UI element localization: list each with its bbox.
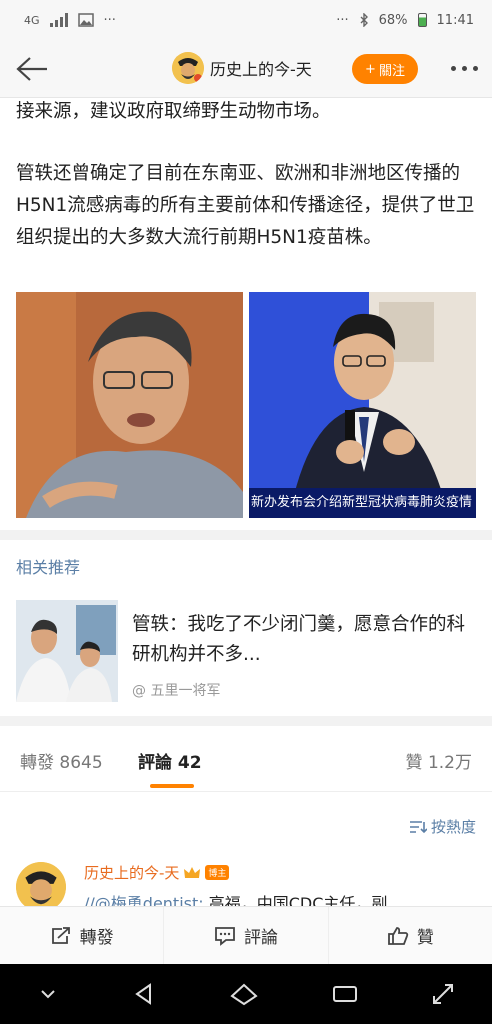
status-bar: 4G ··· ··· 68% 11:41 bbox=[0, 0, 492, 40]
comment-avatar[interactable] bbox=[16, 862, 66, 906]
comment-mention[interactable]: //@梅勇dentist: bbox=[84, 894, 204, 906]
repost-icon bbox=[51, 926, 70, 944]
article-body: 接来源，建议政府取缔野生动物市场。 管轶还曾确定了目前在东南亚、欧洲和非洲地区传… bbox=[16, 96, 478, 254]
press-conference-photo[interactable]: 新办发布会介绍新型冠状病毒肺炎疫情 bbox=[249, 292, 476, 518]
blogger-badge: 博主 bbox=[205, 865, 230, 880]
sort-by-popularity[interactable]: 按熱度 bbox=[409, 816, 476, 837]
active-tab-indicator bbox=[150, 784, 194, 788]
thumbs-up-icon bbox=[387, 926, 409, 945]
signal-icon bbox=[49, 13, 68, 27]
back-arrow-icon[interactable] bbox=[14, 54, 50, 84]
portrait-photo[interactable] bbox=[16, 292, 243, 518]
comment-username[interactable]: 历史上的今-天 博主 bbox=[84, 862, 230, 883]
network-type: 4G bbox=[24, 13, 40, 27]
follow-button[interactable]: + 關注 bbox=[352, 54, 418, 84]
like-button[interactable]: 贊 bbox=[329, 907, 492, 964]
recent-apps-icon[interactable] bbox=[332, 983, 358, 1005]
home-icon[interactable] bbox=[230, 982, 258, 1006]
battery-percent: 68% bbox=[378, 12, 408, 28]
battery-icon bbox=[417, 13, 427, 27]
clock: 11:41 bbox=[436, 12, 474, 28]
comment-item[interactable]: 历史上的今-天 博主 //@梅勇dentist: 高福，中国CDC主任，副 bbox=[16, 856, 476, 906]
tab-reposts[interactable]: 轉發 8645 bbox=[20, 748, 103, 773]
back-triangle-icon[interactable] bbox=[132, 982, 156, 1006]
top-nav-bar: 历史上的今-天 + 關注 bbox=[0, 40, 492, 98]
tab-likes[interactable]: 贊 1.2万 bbox=[406, 748, 472, 773]
hide-keyboard-icon[interactable] bbox=[37, 983, 59, 1005]
sort-label: 按熱度 bbox=[430, 818, 476, 836]
sort-icon bbox=[409, 820, 427, 833]
gallery-icon bbox=[77, 13, 94, 27]
plus-icon: + bbox=[365, 61, 376, 77]
avatar[interactable] bbox=[172, 52, 204, 84]
comment-button[interactable]: 評論 bbox=[164, 907, 329, 964]
engagement-tabs: 轉發 8645 評論 42 贊 1.2万 bbox=[0, 730, 492, 792]
expand-icon[interactable] bbox=[431, 982, 455, 1006]
bottom-action-bar: 轉發 評論 贊 bbox=[0, 906, 492, 964]
section-divider bbox=[0, 716, 492, 726]
section-divider bbox=[0, 530, 492, 540]
status-more-dots: ··· bbox=[103, 12, 116, 28]
photo-caption: 新办发布会介绍新型冠状病毒肺炎疫情 bbox=[249, 488, 476, 518]
article-paragraph: 管轶还曾确定了目前在东南亚、欧洲和非洲地区传播的H5N1流感病毒的所有主要前体和… bbox=[16, 163, 475, 248]
system-navigation-bar bbox=[0, 964, 492, 1024]
nav-account[interactable]: 历史上的今-天 bbox=[172, 52, 312, 84]
related-article-title[interactable]: 管轶：我吃了不少闭门羹，愿意合作的科研机构并不多... bbox=[132, 610, 476, 670]
status-notif-dots: ··· bbox=[336, 12, 349, 28]
more-options-icon[interactable] bbox=[451, 66, 478, 71]
article-paragraph: 接来源，建议政府取缔野生动物市场。 bbox=[16, 101, 331, 122]
tab-comments[interactable]: 評論 42 bbox=[138, 748, 202, 773]
nav-title: 历史上的今-天 bbox=[210, 60, 312, 79]
bluetooth-icon bbox=[360, 13, 368, 27]
related-section-title: 相关推荐 bbox=[16, 558, 81, 577]
related-thumbnail bbox=[16, 600, 118, 702]
related-article-card[interactable]: 管轶：我吃了不少闭门羹，愿意合作的科研机构并不多... @ 五里一将军 bbox=[16, 600, 476, 706]
comment-text: //@梅勇dentist: 高福，中国CDC主任，副 bbox=[84, 890, 476, 906]
related-article-author[interactable]: @ 五里一将军 bbox=[132, 680, 220, 700]
repost-button[interactable]: 轉發 bbox=[0, 907, 165, 964]
article-images: 新办发布会介绍新型冠状病毒肺炎疫情 bbox=[16, 292, 476, 518]
crown-icon bbox=[184, 866, 201, 878]
follow-label: 關注 bbox=[378, 63, 405, 79]
comment-icon bbox=[215, 926, 235, 946]
